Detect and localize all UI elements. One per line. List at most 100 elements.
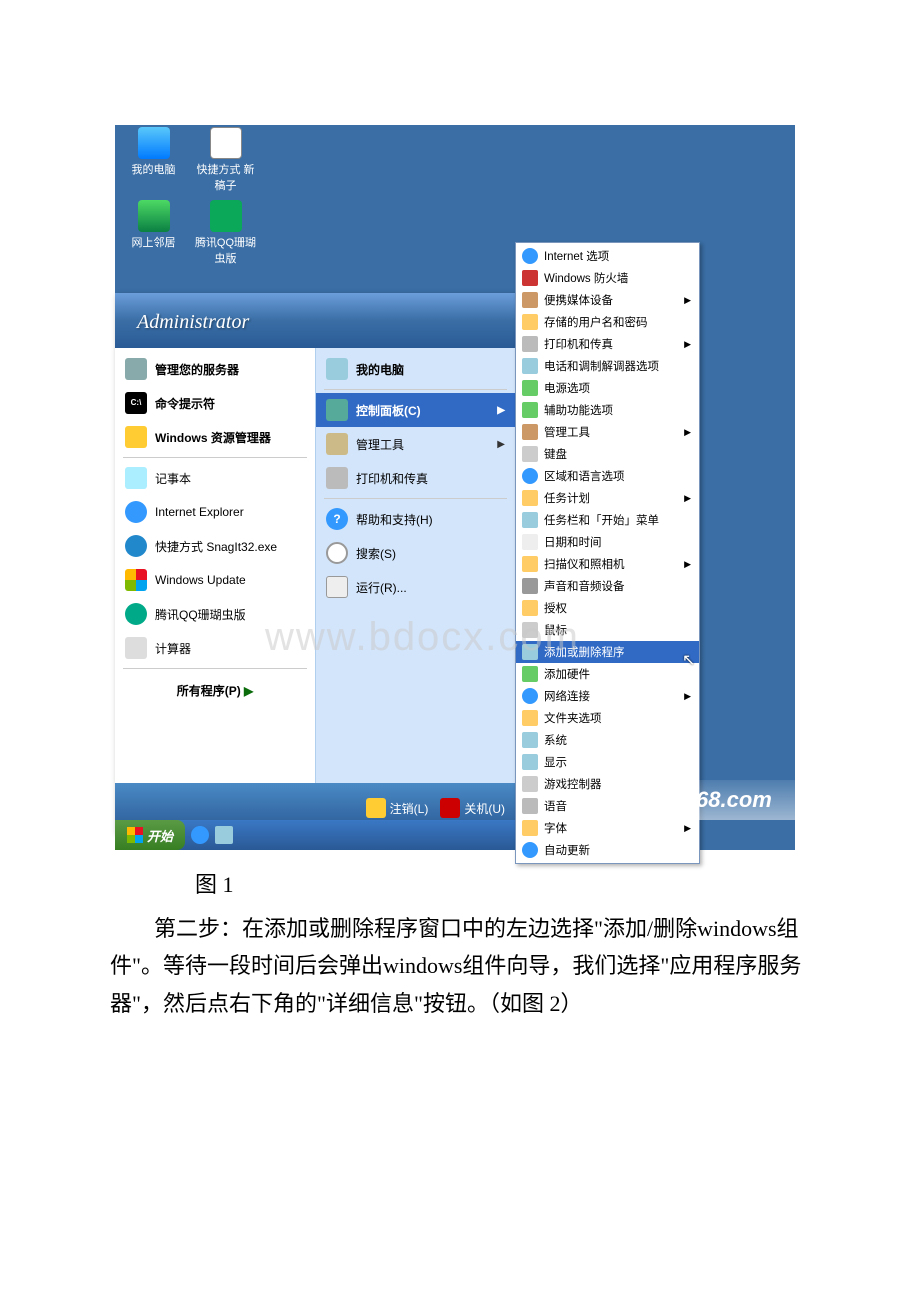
sub-scanner[interactable]: 扫描仪和照相机 ▶: [516, 553, 699, 575]
sub-datetime[interactable]: 日期和时间: [516, 531, 699, 553]
computer-icon: [138, 127, 170, 159]
network-icon: [138, 200, 170, 232]
menu-run[interactable]: 运行(R)...: [316, 570, 515, 604]
sub-phone-modem[interactable]: 电话和调制解调器选项: [516, 355, 699, 377]
sub-keyboard[interactable]: 键盘: [516, 443, 699, 465]
start-menu-left: 管理您的服务器 C:\命令提示符 Windows 资源管理器 记事本 Inter…: [115, 348, 315, 783]
desktop-icon-my-computer[interactable]: 我的电脑: [121, 127, 186, 177]
control-panel-icon: [326, 399, 348, 421]
arrow-icon: ▶: [244, 684, 253, 698]
desktop-icon-shortcut[interactable]: 快捷方式 新稿子: [193, 127, 258, 193]
menu-snagit[interactable]: 快捷方式 SnagIt32.exe: [115, 529, 315, 563]
menu-label: Windows 资源管理器: [155, 429, 271, 446]
sub-add-remove-programs[interactable]: 添加或删除程序: [516, 641, 699, 663]
sub-label: 扫描仪和照相机: [544, 556, 625, 572]
sub-label: 声音和音频设备: [544, 578, 625, 594]
menu-admin-tools[interactable]: 管理工具▶: [316, 427, 515, 461]
desktop-icon-network[interactable]: 网上邻居: [121, 200, 186, 250]
sub-display[interactable]: 显示: [516, 751, 699, 773]
run-icon: [326, 576, 348, 598]
sub-tasks[interactable]: 任务计划▶: [516, 487, 699, 509]
sub-admin-tools[interactable]: 管理工具▶: [516, 421, 699, 443]
sub-add-hardware[interactable]: 添加硬件: [516, 663, 699, 685]
firewall-icon: [522, 270, 538, 286]
sub-label: 文件夹选项: [544, 710, 602, 726]
menu-manage-server[interactable]: 管理您的服务器: [115, 352, 315, 386]
sub-label: Windows 防火墙: [544, 270, 628, 286]
desktop: 我的电脑 快捷方式 新稿子 网上邻居 腾讯QQ珊瑚虫版 Administrato…: [115, 125, 795, 850]
sub-firewall[interactable]: Windows 防火墙: [516, 267, 699, 289]
menu-control-panel[interactable]: 控制面板(C)▶: [316, 393, 515, 427]
tools-icon: [326, 433, 348, 455]
sub-label: 管理工具: [544, 424, 590, 440]
menu-calc[interactable]: 计算器: [115, 631, 315, 665]
menu-ie[interactable]: Internet Explorer: [115, 495, 315, 529]
sub-label: 鼠标: [544, 622, 567, 638]
start-button[interactable]: 开始: [115, 820, 185, 850]
menu-windows-update[interactable]: Windows Update: [115, 563, 315, 597]
sub-fonts[interactable]: 字体▶: [516, 817, 699, 839]
menu-printers[interactable]: 打印机和传真: [316, 461, 515, 495]
clock-icon: [522, 534, 538, 550]
menu-label: 计算器: [155, 640, 191, 657]
power-icon: [522, 380, 538, 396]
sub-label: 系统: [544, 732, 567, 748]
sub-mouse[interactable]: 鼠标: [516, 619, 699, 641]
menu-cmd[interactable]: C:\命令提示符: [115, 386, 315, 420]
sub-label: 电源选项: [544, 380, 590, 396]
document-icon: [210, 127, 242, 159]
body-paragraph: 第二步：在添加或删除程序窗口中的左边选择"添加/删除windows组件"。等待一…: [110, 910, 805, 1022]
speaker-icon: [522, 578, 538, 594]
menu-my-computer[interactable]: 我的电脑: [316, 352, 515, 386]
sub-power[interactable]: 电源选项: [516, 377, 699, 399]
printer-icon: [522, 336, 538, 352]
menu-search[interactable]: 搜索(S): [316, 536, 515, 570]
sub-auto-update[interactable]: 自动更新: [516, 839, 699, 861]
windows-flag-icon: [127, 827, 143, 843]
sub-network[interactable]: 网络连接▶: [516, 685, 699, 707]
sub-accessibility[interactable]: 辅助功能选项: [516, 399, 699, 421]
icon-label: 腾讯QQ珊瑚虫版: [193, 234, 258, 266]
taskbar-desktop-icon[interactable]: [215, 826, 233, 844]
taskbar-ie-icon[interactable]: [191, 826, 209, 844]
sub-taskbar[interactable]: 任务栏和「开始」菜单: [516, 509, 699, 531]
button-label: 关机(U): [464, 800, 505, 817]
tools-icon: [522, 424, 538, 440]
arrow-icon: ▶: [684, 559, 691, 570]
menu-qq[interactable]: 腾讯QQ珊瑚虫版: [115, 597, 315, 631]
sub-label: 日期和时间: [544, 534, 602, 550]
globe-icon: [522, 468, 538, 484]
chip-icon: [522, 666, 538, 682]
figure-caption: 图 1: [195, 867, 234, 899]
sub-label: 语音: [544, 798, 567, 814]
server-icon: [125, 358, 147, 380]
sub-system[interactable]: 系统: [516, 729, 699, 751]
menu-all-programs[interactable]: 所有程序(P) ▶: [115, 672, 315, 709]
sub-folder-options[interactable]: 文件夹选项: [516, 707, 699, 729]
desktop-icon-qq[interactable]: 腾讯QQ珊瑚虫版: [193, 200, 258, 266]
arrow-icon: ▶: [684, 493, 691, 504]
sub-region[interactable]: 区域和语言选项: [516, 465, 699, 487]
sub-label: 网络连接: [544, 688, 590, 704]
menu-notepad[interactable]: 记事本: [115, 461, 315, 495]
sub-stored-pwd[interactable]: 存储的用户名和密码: [516, 311, 699, 333]
control-panel-submenu: Internet 选项 Windows 防火墙 便携媒体设备▶ 存储的用户名和密…: [515, 242, 700, 864]
key-icon: [522, 314, 538, 330]
menu-explorer[interactable]: Windows 资源管理器: [115, 420, 315, 454]
sub-label: 区域和语言选项: [544, 468, 625, 484]
sub-printers[interactable]: 打印机和传真▶: [516, 333, 699, 355]
menu-help[interactable]: ?帮助和支持(H): [316, 502, 515, 536]
logoff-button[interactable]: 注销(L): [366, 798, 429, 818]
sub-license[interactable]: 授权: [516, 597, 699, 619]
sub-label: 电话和调制解调器选项: [544, 358, 659, 374]
sub-sound[interactable]: 声音和音频设备: [516, 575, 699, 597]
globe-icon: [522, 248, 538, 264]
shutdown-button[interactable]: 关机(U): [440, 798, 505, 818]
windows-icon: [125, 569, 147, 591]
separator: [123, 457, 307, 458]
arrow-icon: ▶: [684, 339, 691, 350]
update-icon: [522, 842, 538, 858]
sub-portable[interactable]: 便携媒体设备▶: [516, 289, 699, 311]
mouse-icon: [522, 622, 538, 638]
sub-internet-options[interactable]: Internet 选项: [516, 245, 699, 267]
